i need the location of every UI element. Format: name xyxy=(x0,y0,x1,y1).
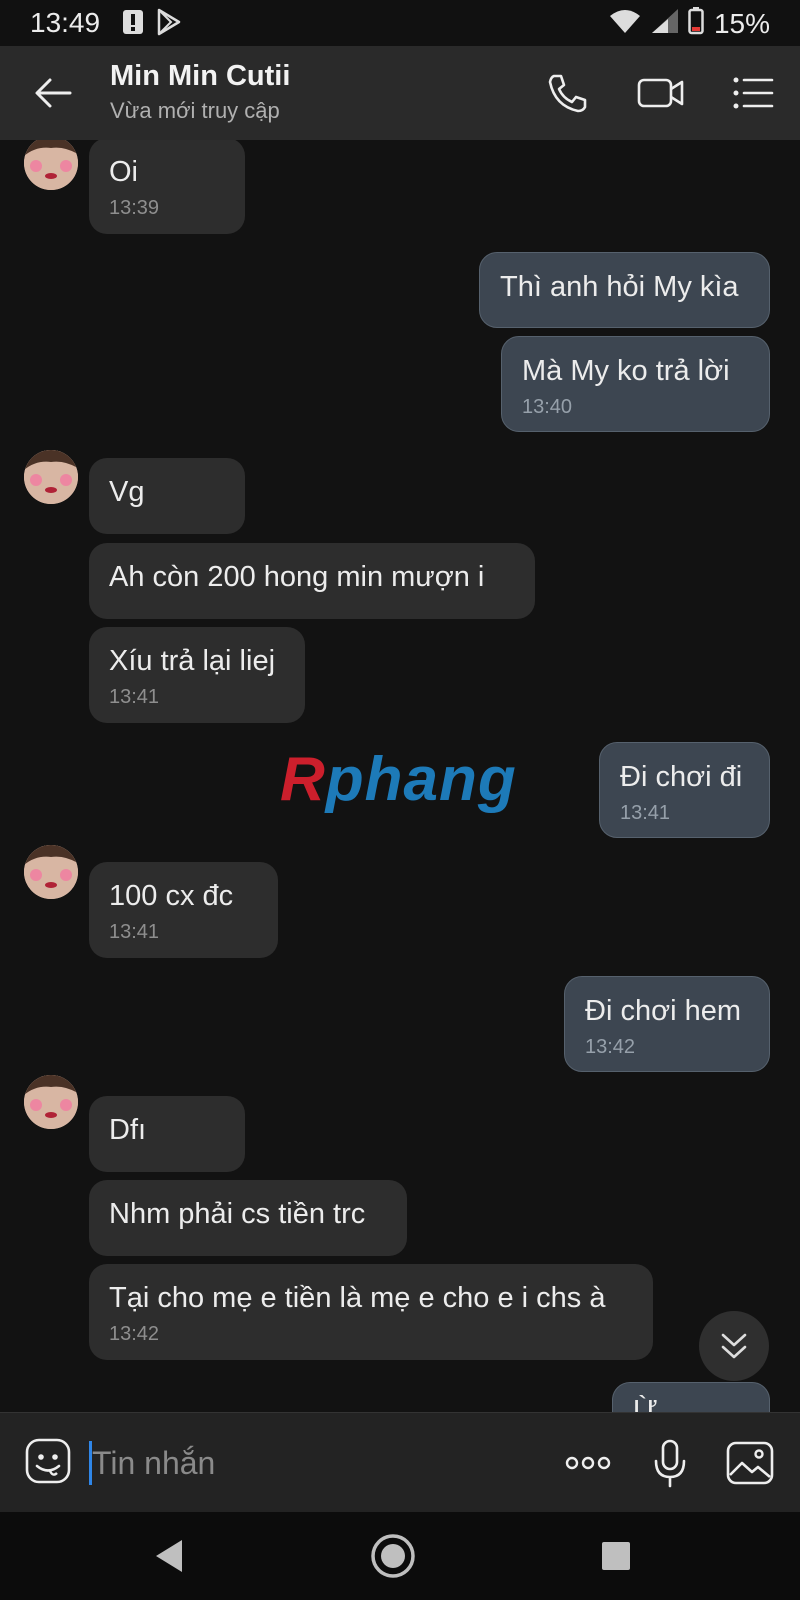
message-time: 13:41 xyxy=(109,921,160,943)
call-button[interactable] xyxy=(545,70,591,116)
contact-avatar[interactable] xyxy=(24,450,78,504)
chat-header: Min Min Cutii Vừa mới truy cập xyxy=(0,46,800,140)
message-composer xyxy=(0,1412,800,1512)
video-call-button[interactable] xyxy=(636,70,684,116)
battery-icon xyxy=(688,7,704,40)
square-recents-icon xyxy=(602,1542,630,1570)
more-options-button[interactable] xyxy=(562,1437,614,1489)
emoji-button[interactable] xyxy=(24,1437,72,1485)
message-text: Đi chơi hem xyxy=(585,995,742,1027)
message-text: Xíu trả lại liej xyxy=(109,645,276,677)
home-circle-icon xyxy=(371,1534,415,1578)
message-text: Ah còn 200 hong min mượn i xyxy=(109,561,485,593)
message-bubble-incoming[interactable]: Oi 13:39 xyxy=(89,140,245,234)
back-button[interactable] xyxy=(30,70,76,116)
message-bubble-incoming[interactable]: 100 cx đc 13:41 xyxy=(89,862,278,958)
contact-status: Vừa mới truy cập xyxy=(110,98,280,123)
message-bubble-incoming[interactable]: Nhm phải cs tiền trc xyxy=(89,1180,407,1256)
message-time: 13:41 xyxy=(109,686,160,708)
battery-percent: 15% xyxy=(713,7,770,39)
message-text: Đi chơi đi xyxy=(620,761,743,793)
message-time: 13:42 xyxy=(109,1323,160,1345)
status-bar: 13:49 15% xyxy=(0,0,800,46)
play-store-icon xyxy=(156,8,182,41)
watermark-logo: Rphang xyxy=(280,745,517,814)
message-bubble-outgoing[interactable]: Mà My ko trả lời 13:40 xyxy=(501,336,770,432)
alert-icon xyxy=(122,8,144,41)
message-bubble-outgoing[interactable]: Thì anh hỏi My kìa xyxy=(479,252,770,328)
nav-home-button[interactable] xyxy=(369,1532,417,1580)
message-text: Tại cho mẹ e tiền là mẹ e cho e i chs à xyxy=(109,1282,606,1314)
status-time: 13:49 xyxy=(30,7,101,38)
message-bubble-incoming[interactable]: Xíu trả lại liej 13:41 xyxy=(89,627,305,723)
message-bubble-outgoing[interactable]: Ừ xyxy=(612,1382,770,1412)
signal-icon xyxy=(650,7,680,40)
message-bubble-incoming[interactable]: Dfı xyxy=(89,1096,245,1172)
message-time: 13:42 xyxy=(585,1036,636,1058)
system-nav-bar xyxy=(0,1512,800,1600)
message-time: 13:39 xyxy=(109,197,160,219)
contact-avatar[interactable] xyxy=(24,845,78,899)
message-text: Vg xyxy=(109,476,145,508)
voice-message-button[interactable] xyxy=(644,1437,696,1489)
message-bubble-incoming[interactable]: Vg xyxy=(89,458,245,534)
triangle-back-icon xyxy=(156,1540,182,1572)
scroll-to-bottom-button[interactable] xyxy=(699,1311,769,1381)
chevron-double-down-icon xyxy=(721,1333,747,1359)
message-text: Oi xyxy=(109,156,138,188)
message-bubble-outgoing[interactable]: Đi chơi hem 13:42 xyxy=(564,976,770,1072)
message-bubble-incoming[interactable]: Ah còn 200 hong min mượn i xyxy=(89,543,535,619)
gallery-button[interactable] xyxy=(724,1437,776,1489)
message-text: Dfı xyxy=(109,1114,147,1146)
message-bubble-outgoing[interactable]: Đi chơi đi 13:41 xyxy=(599,742,770,838)
message-text: Ừ xyxy=(633,1395,658,1412)
message-text: Mà My ko trả lời xyxy=(522,355,730,387)
more-dots-icon xyxy=(565,1456,611,1470)
wifi-icon xyxy=(608,7,642,40)
menu-button[interactable] xyxy=(730,70,776,116)
message-input[interactable] xyxy=(92,1441,522,1485)
microphone-icon xyxy=(654,1439,686,1488)
message-text: Nhm phải cs tiền trc xyxy=(109,1198,366,1230)
video-call-icon xyxy=(637,78,684,108)
nav-recents-button[interactable] xyxy=(592,1532,640,1580)
message-bubble-incoming[interactable]: Tại cho mẹ e tiền là mẹ e cho e i chs à … xyxy=(89,1264,653,1360)
sticker-icon xyxy=(25,1438,71,1484)
phone-icon xyxy=(548,74,587,113)
message-time: 13:41 xyxy=(620,802,671,824)
contact-avatar[interactable] xyxy=(24,140,78,190)
message-text: 100 cx đc xyxy=(109,880,234,912)
message-list[interactable]: Oi 13:39 Thì anh hỏi My kìa Mà My ko trả… xyxy=(0,140,800,1412)
message-text: Thì anh hỏi My kìa xyxy=(500,271,739,303)
menu-icon xyxy=(733,77,774,109)
contact-name[interactable]: Min Min Cutii xyxy=(110,60,290,93)
contact-avatar[interactable] xyxy=(24,1075,78,1129)
back-arrow-icon xyxy=(35,78,72,108)
nav-back-button[interactable] xyxy=(146,1532,194,1580)
message-time: 13:40 xyxy=(522,396,573,418)
image-icon xyxy=(726,1441,774,1485)
